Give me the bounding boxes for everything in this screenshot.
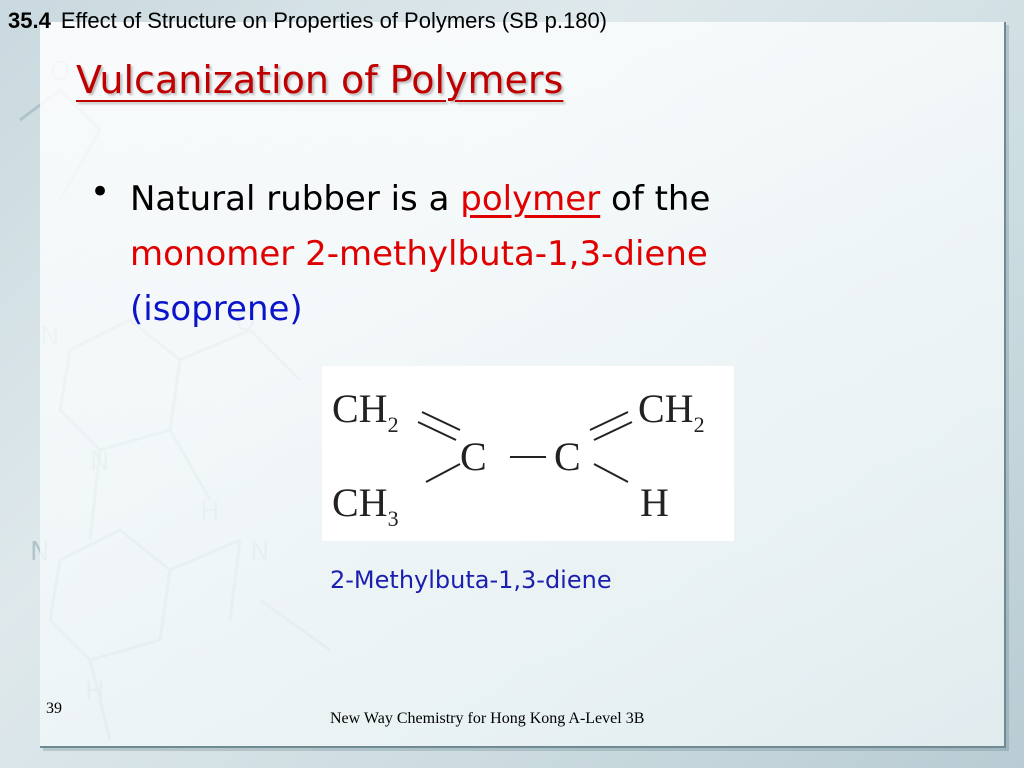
structural-formula: CH2 CH3 C C CH2 H <box>322 366 734 541</box>
top-left-group: CH2 <box>332 386 399 437</box>
single-bond-left <box>425 463 461 483</box>
section-number: 35.4 <box>8 8 51 33</box>
slide-title: Vulcanization of Polymers <box>76 58 564 102</box>
structure-caption: 2-Methylbuta-1,3-diene <box>330 566 612 594</box>
bullet-text-part1: Natural rubber is a <box>130 179 461 219</box>
top-right-group: CH2 <box>638 386 705 437</box>
page-number: 39 <box>46 700 62 717</box>
isoprene-term: (isoprene) <box>130 289 303 329</box>
single-bond-right <box>593 463 629 483</box>
bullet-text: Natural rubber is a polymer of the monom… <box>130 172 910 337</box>
bottom-left-group: CH3 <box>332 480 399 531</box>
right-carbon: C <box>554 434 581 479</box>
polymer-term: polymer <box>460 179 601 219</box>
section-header: 35.4 Effect of Structure on Properties of… <box>8 8 607 34</box>
bullet-marker: • <box>90 172 111 212</box>
section-title: Effect of Structure on Properties of Pol… <box>60 8 608 33</box>
footer-text: New Way Chemistry for Hong Kong A-Level … <box>330 710 645 727</box>
left-carbon: C <box>460 434 487 479</box>
monomer-term: monomer 2-methylbuta-1,3-diene <box>130 234 708 274</box>
bottom-right-atom: H <box>640 480 669 525</box>
bullet-text-part2: of the <box>600 179 711 219</box>
